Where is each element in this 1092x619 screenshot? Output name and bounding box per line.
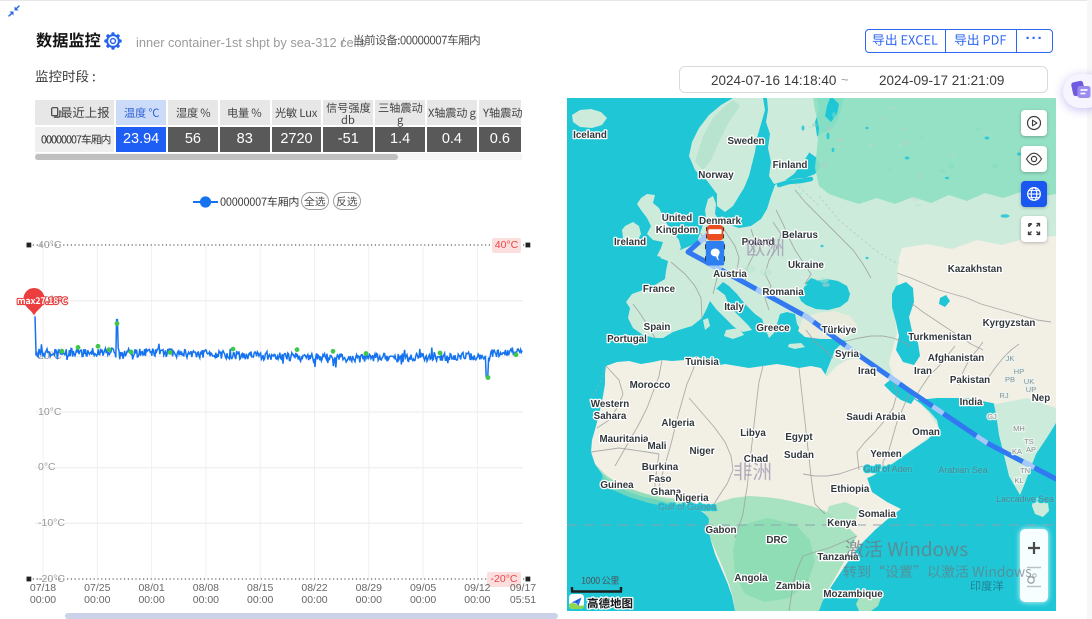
svg-text:Algeria: Algeria xyxy=(661,418,695,429)
svg-text:Mauritania: Mauritania xyxy=(600,434,650,445)
svg-text:PB: PB xyxy=(1005,375,1015,384)
svg-text:Ukraine: Ukraine xyxy=(788,260,824,271)
svg-text:Pakistan: Pakistan xyxy=(950,375,990,386)
svg-text:Guinea: Guinea xyxy=(600,480,634,491)
svg-text:Gabon: Gabon xyxy=(705,525,736,536)
svg-text:Gulf of Guinea: Gulf of Guinea xyxy=(658,502,716,512)
svg-text:Kyrgyzstan: Kyrgyzstan xyxy=(983,318,1036,329)
svg-text:Angola: Angola xyxy=(734,573,768,584)
svg-text:AP: AP xyxy=(1026,445,1036,454)
svg-text:TN: TN xyxy=(1020,466,1030,475)
svg-text:Mali: Mali xyxy=(647,441,666,452)
svg-text:Sahara: Sahara xyxy=(594,411,627,422)
svg-text:MH: MH xyxy=(1013,424,1025,433)
svg-text:Laccadive Sea: Laccadive Sea xyxy=(996,494,1054,504)
svg-text:Kazakhstan: Kazakhstan xyxy=(948,264,1002,275)
svg-text:KL: KL xyxy=(1014,476,1023,485)
svg-text:France: France xyxy=(643,284,676,295)
svg-text:Gulf of Aden: Gulf of Aden xyxy=(864,464,913,474)
svg-text:Greece: Greece xyxy=(756,323,790,334)
svg-text:Portugal: Portugal xyxy=(607,334,647,345)
svg-text:Sudan: Sudan xyxy=(784,450,814,461)
svg-text:RJ: RJ xyxy=(999,391,1008,400)
svg-text:Romania: Romania xyxy=(762,287,804,298)
svg-text:Kenya: Kenya xyxy=(827,518,857,529)
svg-text:Ethiopia: Ethiopia xyxy=(831,484,870,495)
svg-text:Saudi Arabia: Saudi Arabia xyxy=(846,412,906,423)
svg-text:Italy: Italy xyxy=(724,302,744,313)
svg-text:Egypt: Egypt xyxy=(785,432,813,443)
svg-text:JK: JK xyxy=(1006,354,1015,363)
svg-text:KA: KA xyxy=(1012,447,1022,456)
svg-text:Faso: Faso xyxy=(649,474,672,485)
svg-text:Afghanistan: Afghanistan xyxy=(928,353,985,364)
svg-text:Morocco: Morocco xyxy=(630,380,671,391)
svg-text:Norway: Norway xyxy=(698,170,734,181)
svg-text:HP: HP xyxy=(1014,367,1024,376)
svg-text:Iceland: Iceland xyxy=(573,130,607,141)
svg-text:Ireland: Ireland xyxy=(614,237,646,248)
svg-text:Finland: Finland xyxy=(773,160,808,171)
svg-text:Yemen: Yemen xyxy=(870,449,902,460)
svg-text:Sweden: Sweden xyxy=(727,136,764,147)
svg-text:Belarus: Belarus xyxy=(782,230,818,241)
svg-text:Western: Western xyxy=(591,399,629,410)
svg-text:Austria: Austria xyxy=(713,269,747,280)
svg-text:Niger: Niger xyxy=(689,446,714,457)
svg-text:Turkmenistan: Turkmenistan xyxy=(908,332,972,343)
svg-text:Zambia: Zambia xyxy=(776,581,811,592)
svg-text:Türkiye: Türkiye xyxy=(822,325,857,336)
svg-text:GJ: GJ xyxy=(987,412,997,421)
svg-text:Mozambique: Mozambique xyxy=(823,589,883,600)
svg-text:DRC: DRC xyxy=(766,535,787,546)
svg-text:Syria: Syria xyxy=(835,349,860,360)
svg-text:UP: UP xyxy=(1026,385,1036,394)
svg-text:Libya: Libya xyxy=(740,428,766,439)
svg-text:Tunisia: Tunisia xyxy=(685,357,719,368)
svg-text:Burkina: Burkina xyxy=(642,462,679,473)
svg-text:Iraq: Iraq xyxy=(858,366,876,377)
svg-text:Somalia: Somalia xyxy=(858,509,896,520)
svg-text:India: India xyxy=(960,397,983,408)
svg-text:Iran: Iran xyxy=(914,366,932,377)
svg-text:Nep: Nep xyxy=(1032,393,1051,404)
svg-text:Arabian Sea: Arabian Sea xyxy=(938,465,988,475)
svg-text:Spain: Spain xyxy=(644,322,671,333)
svg-text:United: United xyxy=(662,213,692,224)
svg-text:Oman: Oman xyxy=(912,427,940,438)
svg-text:Kingdom: Kingdom xyxy=(656,225,699,236)
